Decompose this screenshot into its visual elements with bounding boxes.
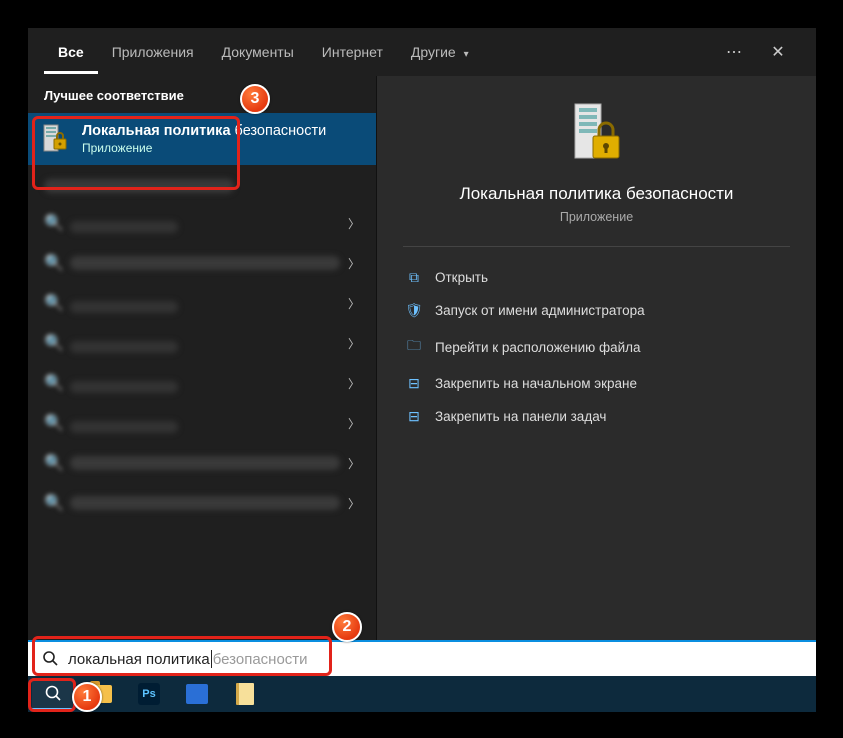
explorer-icon — [90, 685, 112, 703]
app-large-icon — [561, 98, 633, 170]
search-icon: 🔍 — [44, 213, 60, 233]
search-panel: Все Приложения Документы Интернет Другие… — [28, 28, 816, 676]
web-result[interactable]: 🔍 〉 — [28, 443, 376, 483]
web-result[interactable]: 🔍 〉 — [28, 483, 376, 523]
text-cursor — [211, 650, 212, 668]
admin-icon: 🛡 — [405, 302, 423, 319]
search-icon: 🔍 — [44, 253, 60, 273]
chevron-right-icon: 〉 — [348, 295, 360, 312]
blurred-text — [70, 381, 178, 393]
details-pane: Локальная политика безопасности Приложен… — [376, 76, 816, 676]
search-input[interactable]: локальная политика безопасности — [28, 640, 816, 676]
web-result[interactable]: 🔍 〉 — [28, 243, 376, 283]
blurred-text — [70, 341, 178, 353]
tab-docs[interactable]: Документы — [208, 30, 308, 74]
security-policy-icon — [42, 123, 68, 155]
taskbar-search-button[interactable] — [32, 678, 74, 710]
web-result[interactable]: 🔍 〉 — [28, 323, 376, 363]
search-icon: 🔍 — [44, 373, 60, 393]
best-match-result[interactable]: Локальная политика безопасности Приложен… — [28, 113, 376, 165]
details-title: Локальная политика безопасности — [377, 184, 816, 204]
action-open[interactable]: ⧉ Открыть — [395, 261, 798, 294]
blurred-text — [44, 179, 234, 193]
web-result[interactable]: 🔍 〉 — [28, 283, 376, 323]
blurred-text — [70, 421, 178, 433]
chevron-right-icon: 〉 — [348, 215, 360, 232]
blurred-text — [70, 256, 340, 270]
open-icon: ⧉ — [405, 269, 423, 286]
note-icon — [236, 683, 254, 705]
best-match-heading: Лучшее соответствие — [28, 76, 376, 113]
search-ghost-text: безопасности — [213, 651, 308, 668]
action-list: ⧉ Открыть 🛡 Запуск от имени администрато… — [377, 261, 816, 433]
web-result[interactable]: 🔍 〉 — [28, 363, 376, 403]
action-open-location[interactable]: 🗀 Перейти к расположению файла — [395, 327, 798, 367]
search-icon: 🔍 — [44, 413, 60, 433]
pin-icon: ⊟ — [405, 375, 423, 392]
best-match-title-rest: безопасности — [235, 123, 327, 139]
action-pin-taskbar-label: Закрепить на панели задач — [435, 409, 606, 424]
taskbar: Ps — [28, 676, 816, 712]
tab-other[interactable]: Другие ▾ — [397, 30, 483, 74]
best-match-title-strong: Локальная политика — [82, 123, 231, 139]
details-type: Приложение — [377, 210, 816, 224]
action-pin-start-label: Закрепить на начальном экране — [435, 376, 637, 391]
divider — [403, 246, 790, 247]
action-pin-taskbar[interactable]: ⊟ Закрепить на панели задач — [395, 400, 798, 433]
photoshop-icon: Ps — [138, 683, 160, 705]
action-runas-label: Запуск от имени администратора — [435, 303, 645, 318]
search-icon: 🔍 — [44, 293, 60, 313]
blurred-text — [70, 496, 340, 510]
web-result[interactable]: 🔍 〉 — [28, 203, 376, 243]
blurred-text — [70, 456, 340, 470]
best-match-type: Приложение — [82, 141, 326, 155]
tab-other-label: Другие — [411, 44, 456, 60]
search-typed-text: локальная политика — [68, 651, 210, 668]
blurred-text — [70, 221, 178, 233]
tab-all[interactable]: Все — [44, 30, 98, 74]
taskbar-photoshop[interactable]: Ps — [128, 678, 170, 710]
tab-internet[interactable]: Интернет — [308, 30, 397, 74]
blurred-text — [70, 301, 178, 313]
action-run-as-admin[interactable]: 🛡 Запуск от имени администратора — [395, 294, 798, 327]
chevron-right-icon: 〉 — [348, 455, 360, 472]
action-open-label: Открыть — [435, 270, 488, 285]
app-icon — [186, 684, 208, 704]
close-button[interactable]: ✕ — [756, 30, 800, 74]
web-results-heading — [28, 165, 376, 203]
chevron-right-icon: 〉 — [348, 335, 360, 352]
chevron-down-icon: ▾ — [464, 49, 469, 60]
search-body: Лучшее соответствие Локальная — [28, 76, 816, 676]
best-match-title: Локальная политика безопасности — [82, 123, 326, 139]
search-icon: 🔍 — [44, 493, 60, 513]
chevron-right-icon: 〉 — [348, 255, 360, 272]
taskbar-explorer[interactable] — [80, 678, 122, 710]
more-button[interactable]: ⋯ — [712, 30, 756, 74]
chevron-right-icon: 〉 — [348, 375, 360, 392]
web-result[interactable]: 🔍 〉 — [28, 403, 376, 443]
search-icon: 🔍 — [44, 333, 60, 353]
results-column: Лучшее соответствие Локальная — [28, 76, 376, 676]
search-tabs: Все Приложения Документы Интернет Другие… — [28, 28, 816, 76]
pin-icon: ⊟ — [405, 408, 423, 425]
tab-apps[interactable]: Приложения — [98, 30, 208, 74]
chevron-right-icon: 〉 — [348, 495, 360, 512]
folder-icon: 🗀 — [405, 335, 423, 359]
search-icon: 🔍 — [44, 453, 60, 473]
action-pin-start[interactable]: ⊟ Закрепить на начальном экране — [395, 367, 798, 400]
search-icon — [42, 650, 58, 670]
action-location-label: Перейти к расположению файла — [435, 340, 641, 355]
taskbar-app[interactable] — [176, 678, 218, 710]
chevron-right-icon: 〉 — [348, 415, 360, 432]
taskbar-notes[interactable] — [224, 678, 266, 710]
